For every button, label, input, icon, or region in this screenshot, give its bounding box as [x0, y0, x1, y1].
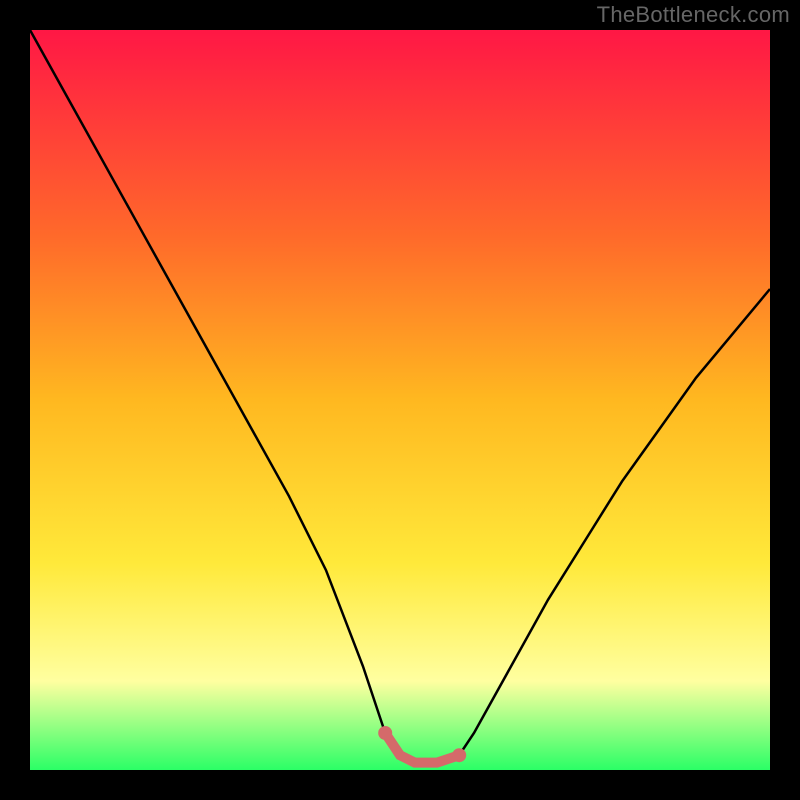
- watermark-text: TheBottleneck.com: [597, 2, 790, 28]
- trough-marker-left: [378, 726, 392, 740]
- bottleneck-chart: [0, 0, 800, 800]
- chart-frame: TheBottleneck.com: [0, 0, 800, 800]
- trough-marker-right: [452, 748, 466, 762]
- plot-gradient-area: [30, 30, 770, 770]
